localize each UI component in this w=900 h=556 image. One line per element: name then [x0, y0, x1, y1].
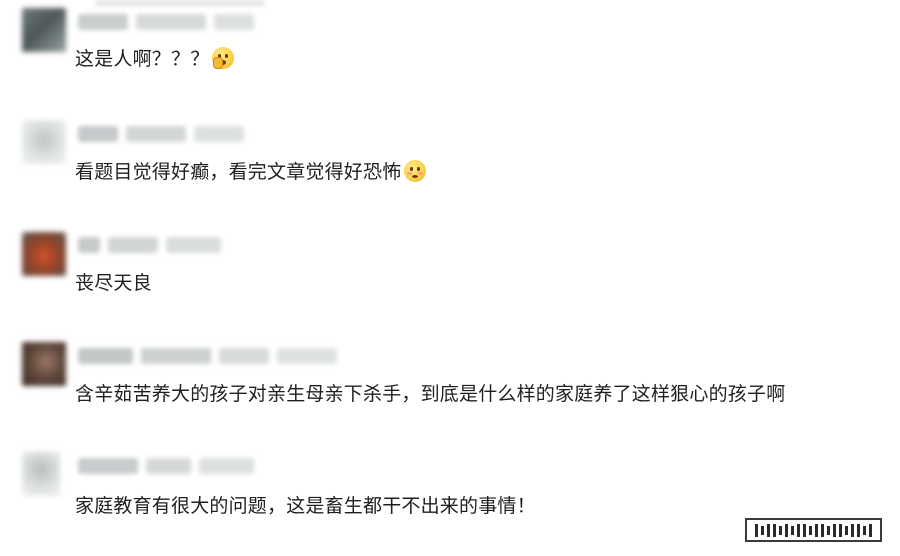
avatar[interactable]	[22, 342, 66, 386]
avatar[interactable]	[22, 120, 66, 164]
comment-item: 看题目觉得好癫，看完文章觉得好恐怖	[0, 110, 900, 220]
comment-meta-redacted	[78, 14, 268, 30]
comment-text: 看题目觉得好癫，看完文章觉得好恐怖	[75, 159, 427, 185]
tear-smile-emoji-icon	[212, 47, 235, 69]
comment-meta-redacted	[78, 237, 228, 253]
comment-meta-redacted	[78, 126, 248, 142]
watermark-box	[745, 518, 882, 542]
comment-text: 丧尽天良	[75, 272, 152, 294]
avatar[interactable]	[22, 232, 66, 276]
flushed-emoji-icon	[404, 160, 427, 182]
avatar[interactable]	[22, 8, 66, 52]
comment-item: 含辛茹苦养大的孩子对亲生母亲下杀手，到底是什么样的家庭养了这样狠心的孩子啊	[0, 330, 900, 440]
comment-item: 丧尽天良	[0, 220, 900, 330]
comment-meta-redacted	[95, 0, 265, 6]
comment-text: 家庭教育有很大的问题，这是畜生都干不出来的事情！	[75, 495, 536, 517]
avatar[interactable]	[22, 452, 60, 496]
comment-meta-redacted	[78, 348, 348, 364]
comment-meta-redacted	[78, 458, 258, 474]
comment-item: 这是人啊？？？	[0, 0, 900, 110]
watermark	[745, 518, 882, 542]
comment-text: 含辛茹苦养大的孩子对亲生母亲下杀手，到底是什么样的家庭养了这样狠心的孩子啊	[75, 383, 786, 405]
comment-text: 这是人啊？？？	[75, 46, 235, 72]
